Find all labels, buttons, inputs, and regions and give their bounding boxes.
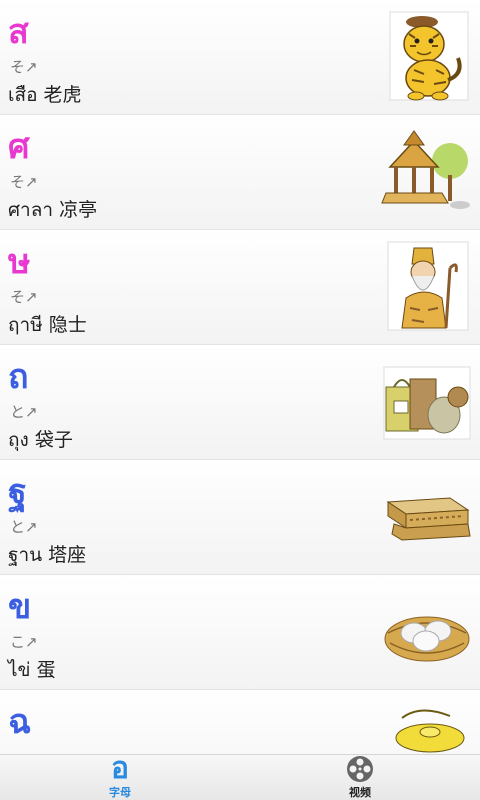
example-word: ฐาน 塔座 xyxy=(8,544,87,566)
hermit-icon xyxy=(384,238,472,334)
pronunciation: そ↗ xyxy=(10,288,38,306)
pronunciation: こ↗ xyxy=(10,633,38,651)
list-item[interactable]: ฉ xyxy=(0,690,480,755)
film-reel-icon xyxy=(346,755,374,783)
bags-icon xyxy=(380,353,474,449)
thai-letter: ศ xyxy=(8,127,30,167)
letter-tab-icon: อ xyxy=(110,751,130,786)
bottom-tab-bar: อ 字母 视频 xyxy=(0,754,480,800)
list-item[interactable]: ถ と↗ ถุง 袋子 xyxy=(0,345,480,460)
tab-letters[interactable]: อ 字母 xyxy=(0,751,240,800)
alphabet-list: ส そ↗ เสือ 老虎 ศ そ↗ ศาลา 凉亭 ษ そ↗ ฤาษี 隐士 ถ… xyxy=(0,0,480,755)
list-item[interactable]: ฐ と↗ ฐาน 塔座 xyxy=(0,460,480,575)
list-item[interactable]: ศ そ↗ ศาลา 凉亭 xyxy=(0,115,480,230)
example-word: ศาลา 凉亭 xyxy=(8,199,98,221)
tab-label: 视频 xyxy=(349,786,371,799)
eggs-nest-icon xyxy=(380,583,474,679)
example-word: ไข่ 蛋 xyxy=(8,659,56,681)
pronunciation: そ↗ xyxy=(10,173,38,191)
pedestal-icon xyxy=(380,468,474,564)
pronunciation: と↗ xyxy=(10,518,38,536)
thai-letter: ถ xyxy=(8,357,29,397)
example-word: ฤาษี 隐士 xyxy=(8,314,87,336)
tab-glyph: อ xyxy=(110,751,130,786)
tab-videos[interactable]: 视频 xyxy=(240,755,480,800)
thai-letter: ษ xyxy=(8,242,31,282)
thai-letter: ส xyxy=(8,12,29,52)
pronunciation: そ↗ xyxy=(10,58,38,76)
thai-letter: ฉ xyxy=(8,702,32,742)
cymbal-icon xyxy=(380,698,474,755)
example-word: ถุง 袋子 xyxy=(8,429,73,451)
list-item[interactable]: ษ そ↗ ฤาษี 隐士 xyxy=(0,230,480,345)
tab-label: 字母 xyxy=(109,786,131,799)
example-word: เสือ 老虎 xyxy=(8,84,82,106)
thai-letter: ข xyxy=(8,587,32,627)
pavilion-icon xyxy=(380,123,474,219)
list-item[interactable]: ข こ↗ ไข่ 蛋 xyxy=(0,575,480,690)
list-item[interactable]: ส そ↗ เสือ 老虎 xyxy=(0,0,480,115)
thai-letter: ฐ xyxy=(8,472,27,512)
pronunciation: と↗ xyxy=(10,403,38,421)
tiger-icon xyxy=(384,8,472,104)
